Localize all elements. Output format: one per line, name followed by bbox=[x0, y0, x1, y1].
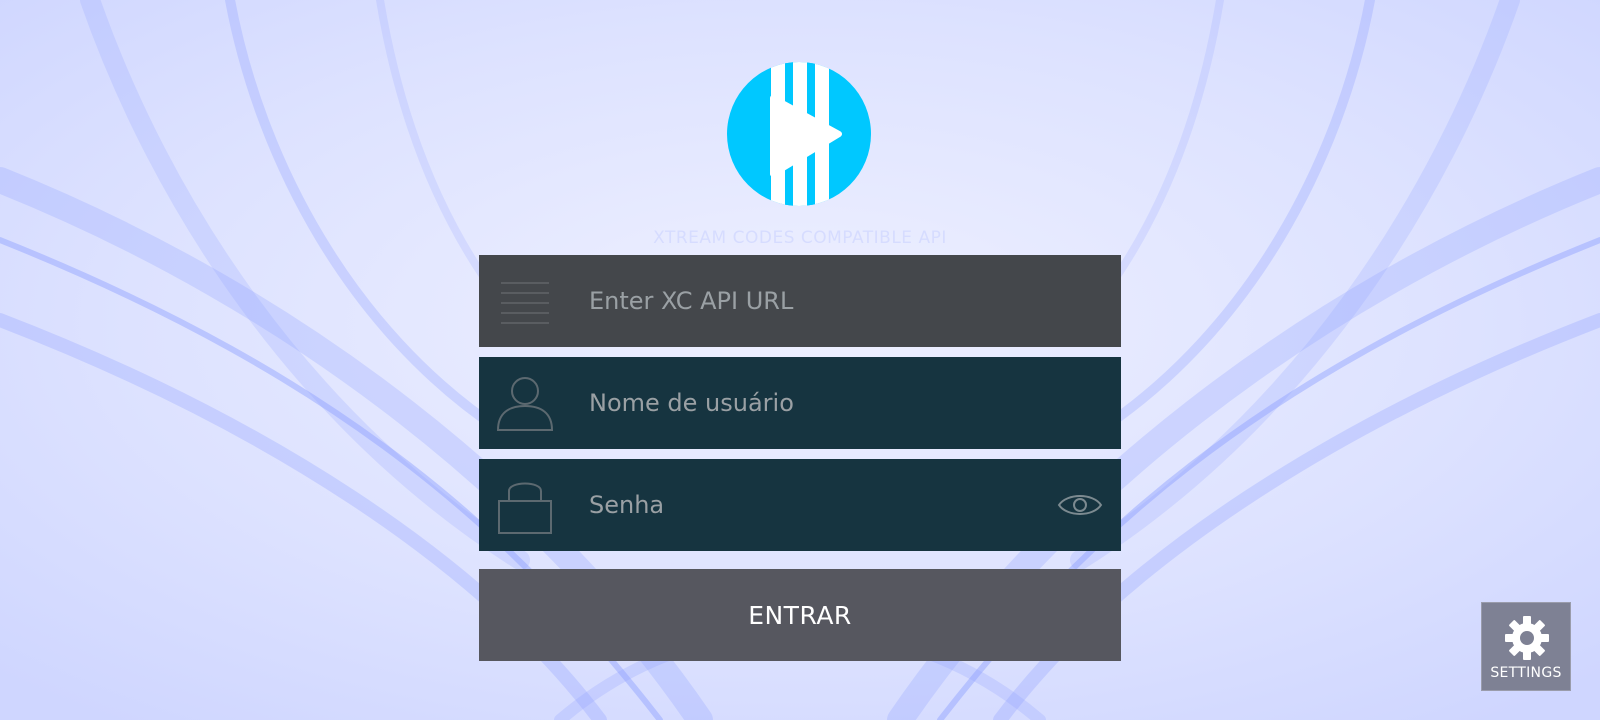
app-subtitle: XTREAM CODES COMPATIBLE API bbox=[653, 228, 947, 248]
gear-icon bbox=[1505, 616, 1549, 660]
list-icon bbox=[501, 282, 549, 324]
eye-icon[interactable] bbox=[1057, 485, 1103, 525]
login-screen: XTREAM CODES COMPATIBLE API Enter XC API… bbox=[0, 0, 1600, 720]
url-field[interactable] bbox=[479, 255, 1121, 347]
login-button[interactable]: ENTRAR bbox=[479, 569, 1121, 661]
username-field[interactable] bbox=[479, 357, 1121, 449]
app-logo-icon bbox=[727, 62, 871, 206]
username-input[interactable] bbox=[589, 373, 1009, 433]
url-input[interactable] bbox=[589, 271, 1009, 331]
settings-label: SETTINGS bbox=[1490, 665, 1562, 681]
password-input[interactable] bbox=[589, 475, 1009, 535]
lock-icon bbox=[498, 482, 552, 534]
user-icon bbox=[496, 377, 554, 431]
settings-button[interactable]: SETTINGS bbox=[1481, 602, 1571, 691]
password-field[interactable] bbox=[479, 459, 1121, 551]
